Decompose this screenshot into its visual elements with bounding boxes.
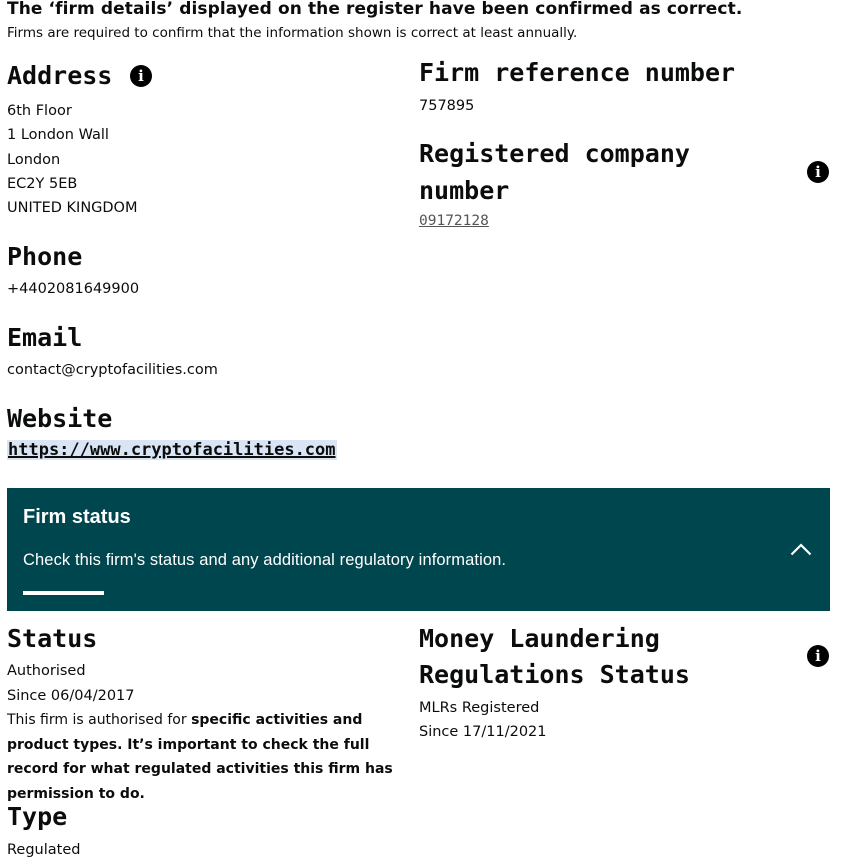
address-line: UNITED KINGDOM — [7, 200, 138, 217]
address-line: 6th Floor — [7, 103, 72, 119]
confirmation-subtitle: Firms are required to confirm that the i… — [7, 25, 578, 41]
mlr-heading-line1: Money Laundering — [419, 624, 660, 653]
website-heading: Website — [7, 404, 113, 433]
email-value: contact@cryptofacilities.com — [7, 362, 218, 378]
chevron-up-icon[interactable] — [790, 542, 812, 556]
status-value: Authorised — [7, 663, 86, 679]
firm-status-subtitle: Check this firm's status and any additio… — [23, 551, 507, 569]
company-number-heading-line2: number — [419, 176, 510, 205]
mlr-value: MLRs Registered — [419, 700, 540, 716]
mlr-info-icon[interactable]: i — [807, 645, 829, 667]
company-number-heading-line1: Registered company — [419, 139, 690, 168]
type-value: Regulated — [7, 842, 81, 858]
status-note: This firm is authorised for specific act… — [7, 708, 411, 806]
status-note-plain: This firm is authorised for — [7, 712, 192, 728]
type-heading: Type — [7, 802, 68, 831]
status-since: Since 06/04/2017 — [7, 688, 135, 704]
phone-value: +4402081649900 — [7, 281, 140, 297]
address-block: 6th Floor 1 London Wall London EC2Y 5EB … — [7, 99, 138, 220]
mlr-heading-line2: Regulations Status — [419, 660, 690, 689]
website-link[interactable]: https://www.cryptofacilities.com — [7, 440, 337, 460]
address-line: EC2Y 5EB — [7, 175, 78, 192]
company-number-info-icon[interactable]: i — [807, 161, 829, 183]
firm-status-panel[interactable]: Firm status Check this firm's status and… — [7, 488, 830, 611]
firm-status-title: Firm status — [23, 506, 131, 528]
status-heading: Status — [7, 624, 98, 653]
panel-underline — [23, 591, 104, 595]
firm-reference-value: 757895 — [419, 98, 475, 114]
address-line: London — [7, 151, 61, 168]
company-number-link[interactable]: 09172128 — [419, 213, 489, 229]
confirmation-title: The ‘firm details’ displayed on the regi… — [7, 0, 743, 19]
address-info-icon[interactable]: i — [130, 65, 152, 87]
mlr-since: Since 17/11/2021 — [419, 724, 547, 740]
phone-heading: Phone — [7, 242, 83, 271]
address-heading: Address — [7, 61, 113, 90]
firm-reference-heading: Firm reference number — [419, 58, 736, 87]
email-heading: Email — [7, 323, 83, 352]
address-line: 1 London Wall — [7, 127, 109, 144]
